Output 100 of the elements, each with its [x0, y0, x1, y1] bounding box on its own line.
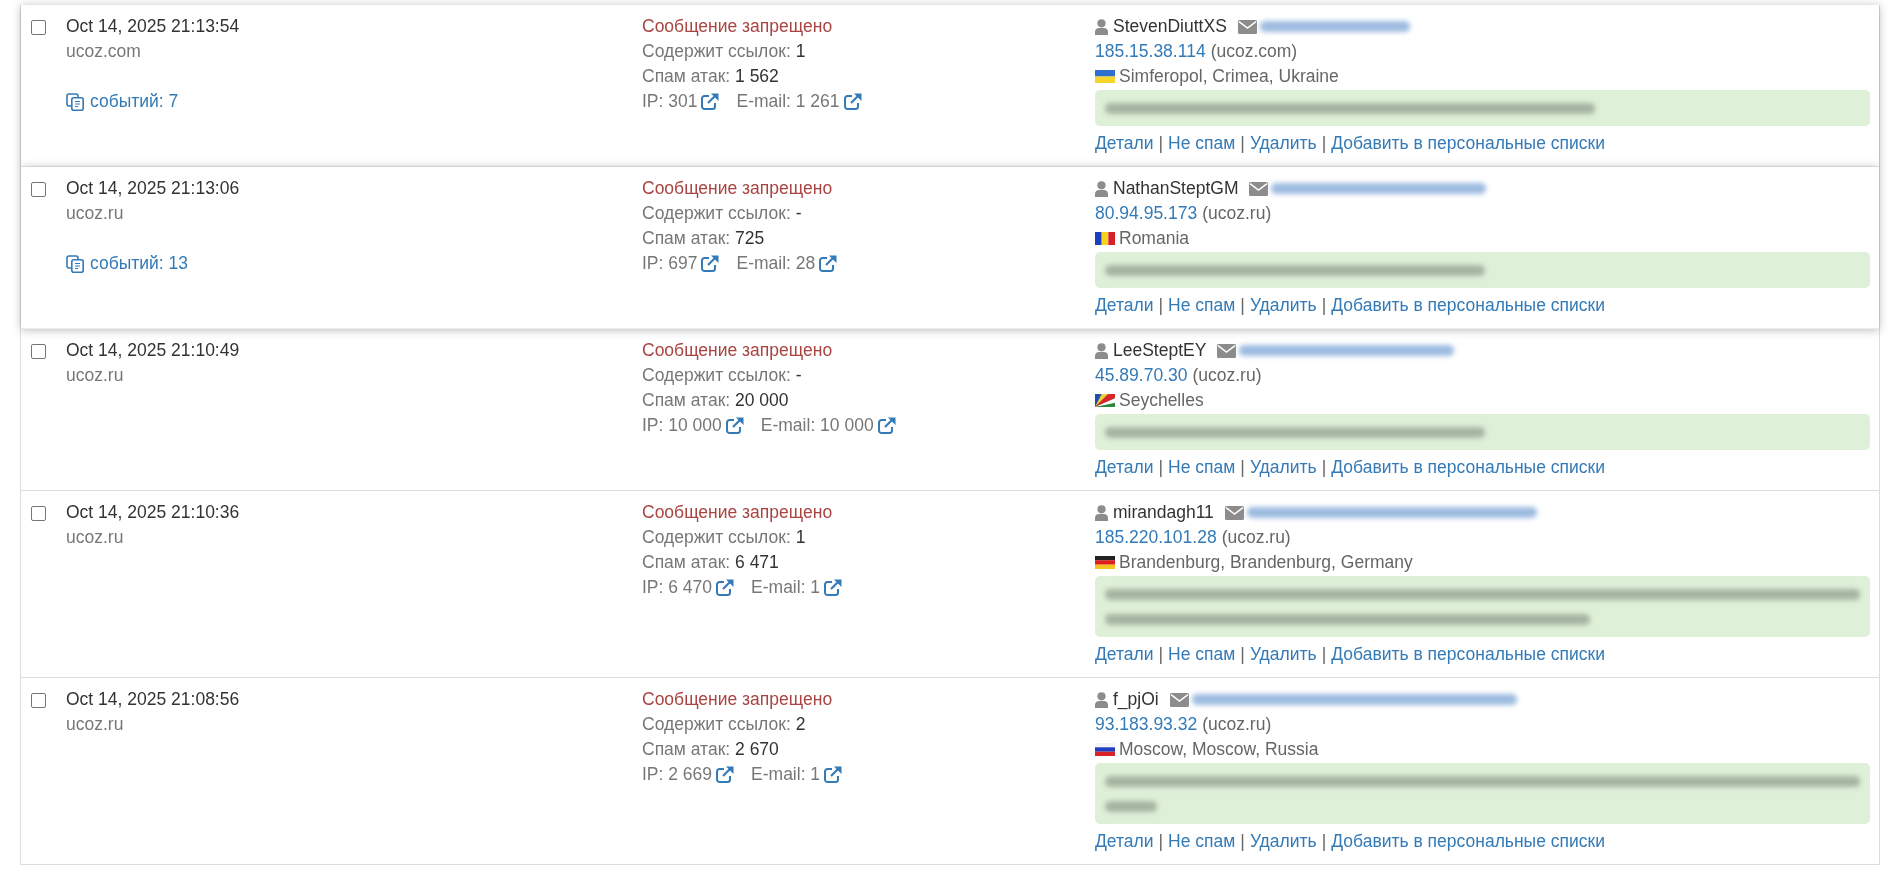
- separator-text: |: [1321, 643, 1327, 666]
- external-link-icon[interactable]: [701, 93, 720, 110]
- ip-hit-count-text: IP: 6 470: [642, 576, 713, 599]
- external-link-icon[interactable]: [701, 255, 720, 272]
- site-domain-text: ucoz.ru: [66, 202, 125, 225]
- site-domain-text: ucoz.ru: [66, 526, 125, 549]
- ip-address-link[interactable]: 93.183.93.32: [1095, 712, 1198, 737]
- external-link-icon[interactable]: [716, 766, 735, 783]
- row-checkbox[interactable]: [31, 506, 46, 521]
- location-text: Moscow, Moscow, Russia: [1119, 738, 1319, 761]
- email-hit-count-text: E-mail: 10 000: [760, 414, 874, 437]
- copy-icon: [66, 254, 85, 273]
- details-link[interactable]: Детали: [1095, 455, 1154, 480]
- email-hit-count-text: E-mail: 1 261: [736, 90, 840, 113]
- germany-flag-icon: [1095, 556, 1115, 569]
- location-text: Simferopol, Crimea, Ukraine: [1119, 65, 1339, 88]
- separator-text: |: [1240, 132, 1245, 155]
- envelope-icon: [1237, 19, 1257, 34]
- status-text: Сообщение запрещено: [642, 339, 834, 362]
- add-to-personal-lists-link[interactable]: Добавить в персональные списки: [1331, 455, 1605, 480]
- not-spam-link[interactable]: Не спам: [1168, 642, 1236, 667]
- separator-text: |: [1158, 643, 1164, 666]
- ip-site-text: (ucoz.ru): [1202, 202, 1272, 225]
- user-icon: [1095, 504, 1108, 521]
- date-time-text: Oct 14, 2025 21:10:36: [66, 501, 241, 524]
- envelope-icon: [1169, 692, 1189, 707]
- user-icon: [1095, 180, 1108, 197]
- status-text: Сообщение запрещено: [642, 501, 834, 524]
- separator-text: |: [1240, 294, 1245, 317]
- ip-address-link[interactable]: 80.94.95.173: [1095, 201, 1198, 226]
- link-count-text: Содержит ссылок: -: [642, 202, 803, 225]
- link-count-text: Содержит ссылок: 1: [642, 40, 807, 63]
- status-text: Сообщение запрещено: [642, 177, 834, 200]
- status-text: Сообщение запрещено: [642, 15, 834, 38]
- delete-link[interactable]: Удалить: [1249, 829, 1317, 854]
- external-link-icon[interactable]: [716, 579, 735, 596]
- ip-address-link[interactable]: 45.89.70.30: [1095, 363, 1188, 388]
- link-count-text: Содержит ссылок: 2: [642, 713, 807, 736]
- separator-text: |: [1321, 132, 1327, 155]
- spam-attack-count-text: Спам атак: 2 670: [642, 738, 780, 761]
- seychelles-flag-icon: [1095, 394, 1115, 407]
- delete-link[interactable]: Удалить: [1249, 293, 1317, 318]
- user-icon: [1095, 691, 1108, 708]
- spam-attack-count-text: Спам атак: 20 000: [642, 389, 790, 412]
- ip-hit-count-text: IP: 2 669: [642, 763, 713, 786]
- not-spam-link[interactable]: Не спам: [1168, 131, 1236, 156]
- site-domain-text: ucoz.com: [66, 40, 142, 63]
- romania-flag-icon: [1095, 232, 1115, 245]
- delete-link[interactable]: Удалить: [1249, 455, 1317, 480]
- add-to-personal-lists-link[interactable]: Добавить в персональные списки: [1331, 642, 1605, 667]
- spam-attack-count-text: Спам атак: 725: [642, 227, 766, 250]
- separator-text: |: [1158, 294, 1164, 317]
- external-link-icon[interactable]: [824, 766, 843, 783]
- external-link-icon[interactable]: [877, 417, 896, 434]
- date-time-text: Oct 14, 2025 21:13:54: [66, 15, 241, 38]
- external-link-icon[interactable]: [824, 579, 843, 596]
- site-domain-text: ucoz.ru: [66, 364, 125, 387]
- ip-site-text: (ucoz.ru): [1202, 713, 1272, 736]
- location-text: Romania: [1119, 227, 1190, 250]
- ip-hit-count-text: IP: 10 000: [642, 414, 722, 437]
- external-link-icon[interactable]: [819, 255, 838, 272]
- ip-site-text: (ucoz.ru): [1221, 526, 1291, 549]
- separator-text: |: [1240, 643, 1245, 666]
- external-link-icon[interactable]: [725, 417, 744, 434]
- details-link[interactable]: Детали: [1095, 131, 1154, 156]
- russia-flag-icon: [1095, 743, 1115, 756]
- separator-text: |: [1158, 456, 1164, 479]
- row-checkbox[interactable]: [31, 20, 46, 35]
- not-spam-link[interactable]: Не спам: [1168, 829, 1236, 854]
- separator-text: |: [1321, 294, 1327, 317]
- row-checkbox[interactable]: [31, 693, 46, 708]
- add-to-personal-lists-link[interactable]: Добавить в персональные списки: [1331, 293, 1605, 318]
- email-hit-count-text: E-mail: 28: [736, 252, 816, 275]
- events-link[interactable]: событий: 13: [66, 251, 189, 276]
- add-to-personal-lists-link[interactable]: Добавить в персональные списки: [1331, 829, 1605, 854]
- link-count-text: Содержит ссылок: -: [642, 364, 803, 387]
- not-spam-link[interactable]: Не спам: [1168, 455, 1236, 480]
- username-text: LeeSteptEY: [1113, 339, 1207, 362]
- separator-text: |: [1321, 456, 1327, 479]
- row-checkbox[interactable]: [31, 182, 46, 197]
- add-to-personal-lists-link[interactable]: Добавить в персональные списки: [1331, 131, 1605, 156]
- ip-hit-count-text: IP: 301: [642, 90, 698, 113]
- details-link[interactable]: Детали: [1095, 293, 1154, 318]
- details-link[interactable]: Детали: [1095, 829, 1154, 854]
- delete-link[interactable]: Удалить: [1249, 642, 1317, 667]
- row-checkbox[interactable]: [31, 344, 46, 359]
- spam-attack-count-text: Спам атак: 6 471: [642, 551, 780, 574]
- separator-text: |: [1158, 830, 1164, 853]
- ip-address-link[interactable]: 185.15.38.114: [1095, 39, 1206, 64]
- separator-text: |: [1321, 830, 1327, 853]
- username-text: StevenDiuttXS: [1113, 15, 1227, 38]
- user-icon: [1095, 18, 1108, 35]
- delete-link[interactable]: Удалить: [1249, 131, 1317, 156]
- ip-address-link[interactable]: 185.220.101.28: [1095, 525, 1217, 550]
- events-link[interactable]: событий: 7: [66, 89, 179, 114]
- external-link-icon[interactable]: [843, 93, 862, 110]
- email-hit-count-text: E-mail: 1: [751, 576, 821, 599]
- details-link[interactable]: Детали: [1095, 642, 1154, 667]
- date-time-text: Oct 14, 2025 21:08:56: [66, 688, 241, 711]
- not-spam-link[interactable]: Не спам: [1168, 293, 1236, 318]
